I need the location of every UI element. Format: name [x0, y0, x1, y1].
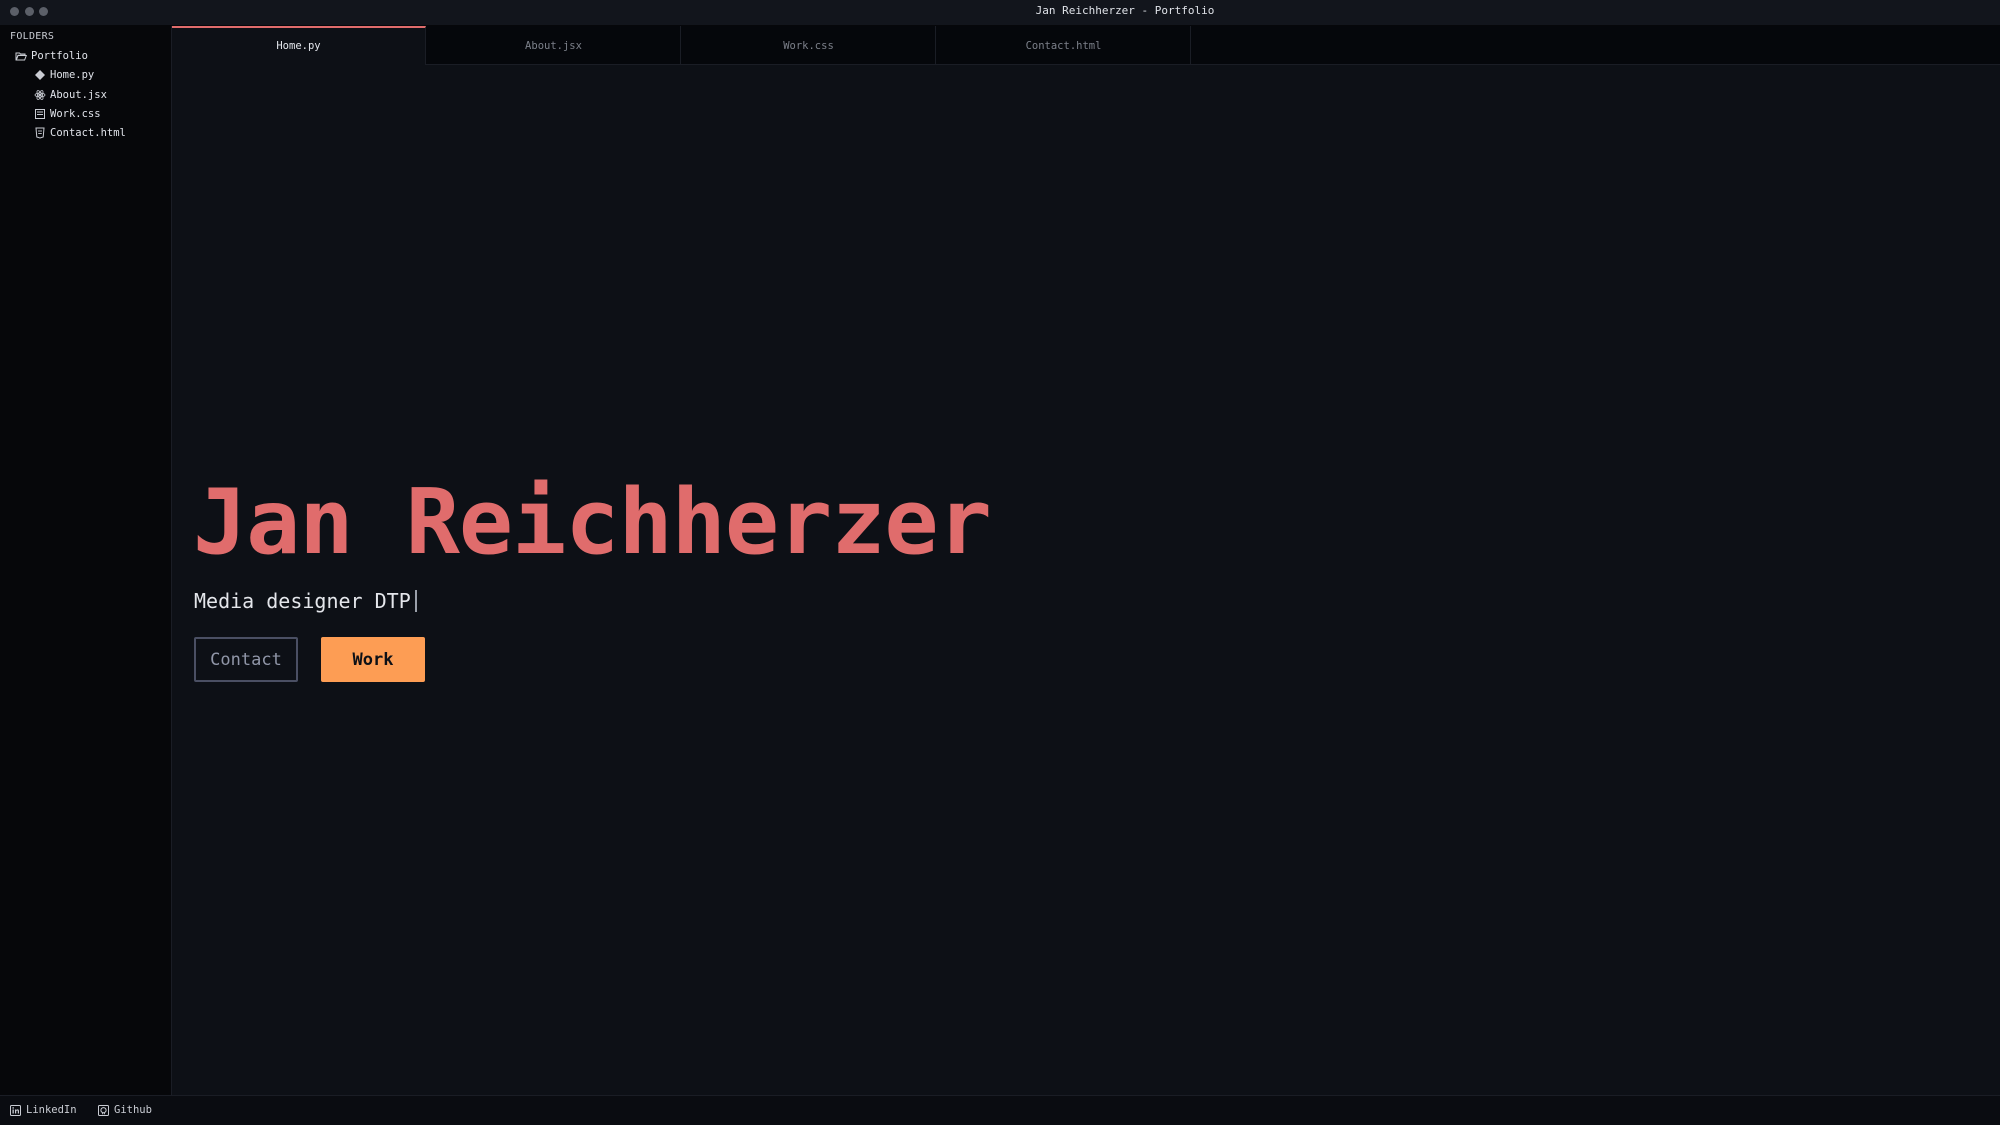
github-link[interactable]: Github	[98, 1104, 152, 1116]
tab-bar: Home.py About.jsx Work.css Contact.html	[172, 26, 2000, 65]
hero-subtitle: Media designer DTP	[194, 589, 417, 613]
react-icon	[34, 89, 46, 101]
css-icon	[34, 108, 46, 120]
sidebar-folder-portfolio[interactable]: Portfolio	[15, 48, 88, 64]
html-icon	[34, 127, 46, 139]
sidebar-heading: FOLDERS	[10, 31, 55, 42]
sidebar-item-label: Contact.html	[50, 127, 126, 139]
linkedin-icon	[10, 1104, 21, 1116]
sidebar-item-label: Work.css	[50, 108, 101, 120]
sidebar-item-label: Home.py	[50, 69, 95, 81]
tab-home[interactable]: Home.py	[172, 26, 426, 65]
text-caret	[414, 590, 417, 612]
contact-button[interactable]: Contact	[194, 637, 298, 682]
hero-name: Jan Reichherzer	[193, 470, 992, 575]
sidebar-item-label: About.jsx	[50, 89, 107, 101]
github-label: Github	[114, 1104, 152, 1116]
tab-about[interactable]: About.jsx	[427, 26, 681, 64]
tab-contact[interactable]: Contact.html	[937, 26, 1191, 64]
sidebar-folder-label: Portfolio	[31, 50, 88, 62]
folder-open-icon	[15, 50, 27, 62]
linkedin-link[interactable]: LinkedIn	[10, 1104, 77, 1116]
window-title: Jan Reichherzer - Portfolio	[1035, 4, 1215, 17]
title-bar: Jan Reichherzer - Portfolio	[0, 0, 2000, 26]
sidebar-item-home[interactable]: Home.py	[34, 67, 94, 83]
linkedin-label: LinkedIn	[26, 1104, 77, 1116]
sidebar-item-contact[interactable]: Contact.html	[34, 125, 126, 141]
status-bar: LinkedIn Github	[0, 1095, 2000, 1125]
hero-subtitle-text: Media designer DTP	[194, 589, 411, 613]
python-icon	[34, 69, 46, 81]
sidebar: FOLDERS Portfolio Home.py About.jsx Work…	[0, 26, 172, 1095]
tab-work[interactable]: Work.css	[682, 26, 936, 64]
github-icon	[98, 1104, 109, 1116]
sidebar-item-about[interactable]: About.jsx	[34, 87, 107, 103]
sidebar-item-work[interactable]: Work.css	[34, 106, 101, 122]
work-button[interactable]: Work	[321, 637, 425, 682]
app-window: Jan Reichherzer - Portfolio FOLDERS Port…	[0, 0, 2000, 1125]
